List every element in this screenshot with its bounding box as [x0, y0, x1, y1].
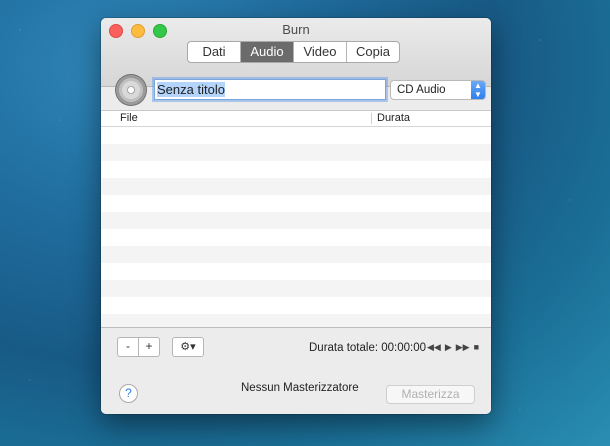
titlebar: Burn Dati Audio Video Copia Senza titolo…	[101, 18, 491, 106]
burn-window: Burn Dati Audio Video Copia Senza titolo…	[101, 18, 491, 414]
burner-status: Nessun Masterizzatore	[241, 382, 359, 394]
table-header: File Durata	[101, 111, 491, 127]
fast-forward-icon[interactable]: ▶▶	[456, 342, 470, 353]
column-file[interactable]: File	[120, 112, 138, 124]
tab-bar: Dati Audio Video Copia	[187, 41, 400, 63]
table-rows	[101, 127, 491, 328]
window-title: Burn	[282, 22, 310, 37]
help-button[interactable]: ?	[119, 384, 138, 403]
bottom-bar: - + ⚙▾ Durata totale: 00:00:00 ◀◀ ▶ ▶▶ ■…	[101, 327, 491, 414]
chevron-updown-icon: ▲ ▼	[471, 81, 485, 99]
gear-menu-button[interactable]: ⚙▾	[172, 337, 204, 357]
disc-format-select[interactable]: CD Audio ▲ ▼	[390, 80, 486, 100]
disc-name-input[interactable]: Senza titolo	[154, 79, 386, 100]
rewind-icon[interactable]: ◀◀	[427, 342, 441, 353]
tab-dati[interactable]: Dati	[188, 42, 241, 62]
remove-track-button[interactable]: -	[117, 337, 139, 357]
column-divider[interactable]	[371, 113, 372, 124]
column-durata[interactable]: Durata	[377, 112, 410, 124]
tab-audio[interactable]: Audio	[241, 42, 294, 62]
track-table[interactable]: File Durata	[101, 110, 491, 328]
disc-format-value: CD Audio	[397, 84, 446, 96]
disc-name-value: Senza titolo	[157, 82, 225, 97]
total-duration: Durata totale: 00:00:00	[309, 342, 426, 354]
add-track-button[interactable]: +	[138, 337, 160, 357]
tab-video[interactable]: Video	[294, 42, 347, 62]
disc-icon	[115, 74, 147, 106]
playback-controls: ◀◀ ▶ ▶▶ ■	[427, 342, 479, 353]
tab-copia[interactable]: Copia	[347, 42, 399, 62]
stop-icon[interactable]: ■	[474, 342, 479, 353]
burn-button[interactable]: Masterizza	[386, 385, 475, 404]
play-icon[interactable]: ▶	[445, 342, 452, 353]
